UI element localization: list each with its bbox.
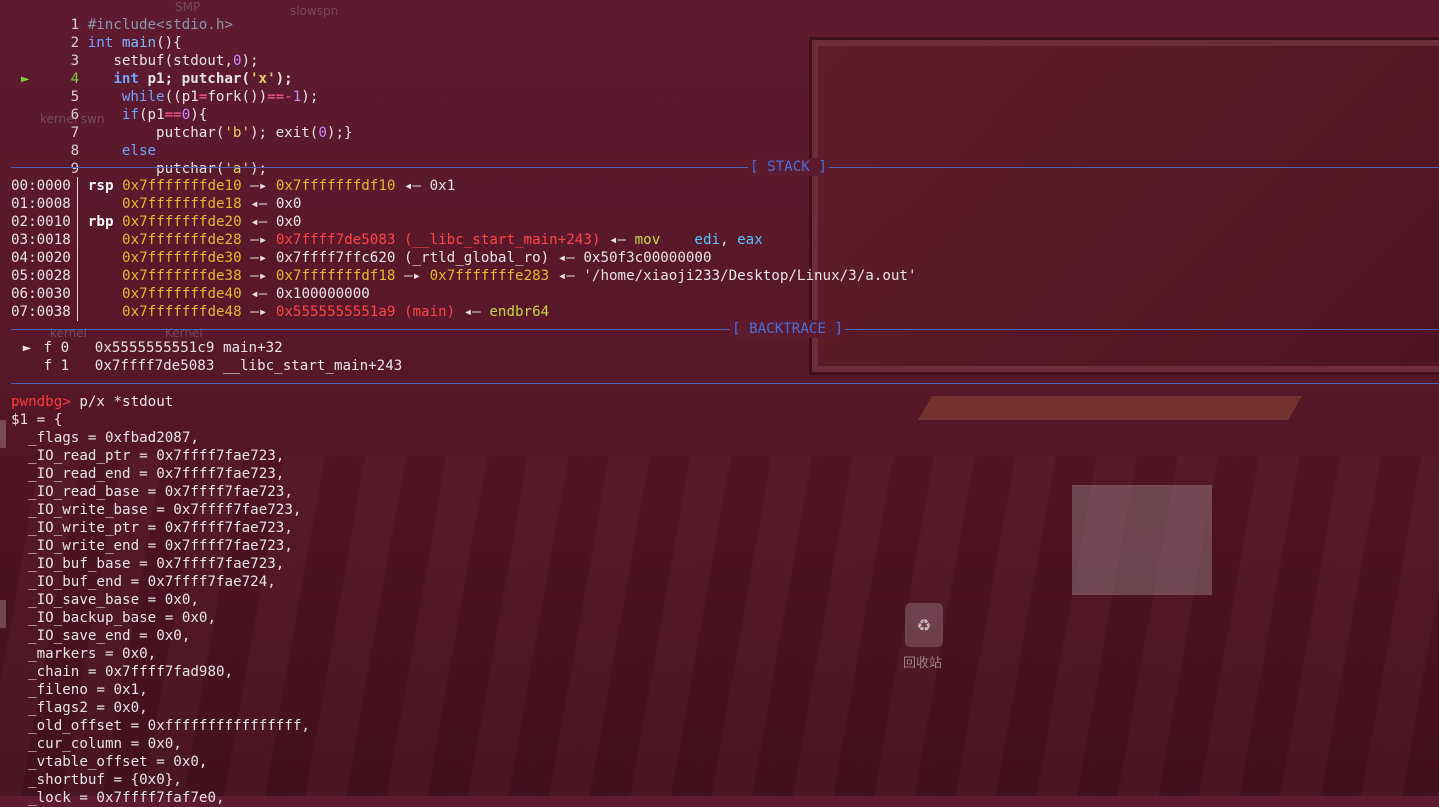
stack-row: 01:0008 0x7fffffffde18 ◂— 0x0 bbox=[11, 196, 302, 212]
stack-row: 07:0038 0x7fffffffde48 —▸ 0x5555555551a9… bbox=[11, 304, 550, 320]
output-line: _flags2 = 0x0, bbox=[11, 700, 148, 716]
output-line: _IO_buf_end = 0x7ffff7fae724, bbox=[11, 574, 276, 590]
source-line: 8 else bbox=[70, 143, 157, 159]
terminal[interactable]: 1 #include<stdio.h> 2 int main(){ 3 setb… bbox=[0, 0, 1439, 806]
output-line: _markers = 0x0, bbox=[11, 646, 157, 662]
output-line: _IO_write_base = 0x7ffff7fae723, bbox=[11, 502, 302, 518]
output-line: _flags = 0xfbad2087, bbox=[11, 430, 199, 446]
output-line: $1 = { bbox=[11, 412, 63, 428]
gdb-prompt: pwndbg> bbox=[11, 394, 71, 410]
backtrace-frame: f 1 0x7ffff7de5083 __libc_start_main+243 bbox=[43, 358, 403, 374]
current-frame-marker-icon: ► bbox=[22, 340, 32, 356]
section-divider bbox=[11, 329, 1439, 330]
stack-row: 02:0010 rbp 0x7fffffffde20 ◂— 0x0 bbox=[11, 214, 302, 230]
output-line: _cur_column = 0x0, bbox=[11, 736, 182, 752]
output-line: _old_offset = 0xffffffffffffffff, bbox=[11, 718, 310, 734]
source-line: 6 if(p1==0){ bbox=[70, 107, 208, 123]
stack-row: 00:0000 rsp 0x7fffffffde10 —▸ 0x7fffffff… bbox=[11, 178, 456, 194]
output-line: _IO_save_base = 0x0, bbox=[11, 592, 199, 608]
output-line: _fileno = 0x1, bbox=[11, 682, 148, 698]
stack-row: 03:0018 0x7fffffffde28 —▸ 0x7ffff7de5083… bbox=[11, 232, 763, 248]
backtrace-frame: ► f 0 0x5555555551c9 main+32 bbox=[11, 339, 283, 357]
output-line: _shortbuf = {0x0}, bbox=[11, 772, 182, 788]
output-line: _vtable_offset = 0x0, bbox=[11, 754, 208, 770]
output-line: _chain = 0x7ffff7fad980, bbox=[11, 664, 234, 680]
output-line: _IO_write_end = 0x7ffff7fae723, bbox=[11, 538, 293, 554]
stack-row: 06:0030 0x7fffffffde40 ◂— 0x100000000 bbox=[11, 286, 370, 302]
stack-header: [ STACK ] bbox=[748, 158, 829, 176]
output-line: _IO_read_base = 0x7ffff7fae723, bbox=[11, 484, 293, 500]
source-line-current: ► 4 int p1; putchar('x'); bbox=[21, 71, 293, 87]
source-line: 2 int main(){ bbox=[70, 35, 182, 51]
stack-row: 04:0020 0x7fffffffde30 —▸ 0x7ffff7ffc620… bbox=[11, 250, 712, 266]
stack-row: 05:0028 0x7fffffffde38 —▸ 0x7fffffffdf18… bbox=[11, 268, 917, 284]
source-line: 3 setbuf(stdout,0); bbox=[70, 53, 259, 69]
source-line: 5 while((p1=fork())==-1); bbox=[70, 89, 319, 105]
command-line[interactable]: pwndbg> p/x *stdout bbox=[11, 393, 173, 411]
output-line: _IO_write_ptr = 0x7ffff7fae723, bbox=[11, 520, 293, 536]
backtrace-header: [ BACKTRACE ] bbox=[730, 320, 846, 338]
source-line: 1 #include<stdio.h> bbox=[11, 0, 233, 33]
output-line: _lock = 0x7ffff7faf7e0, bbox=[11, 790, 225, 806]
section-divider bbox=[11, 167, 1439, 168]
output-line: _IO_read_ptr = 0x7ffff7fae723, bbox=[11, 448, 285, 464]
command-text: p/x *stdout bbox=[70, 394, 174, 410]
source-line: 7 putchar('b'); exit(0);} bbox=[70, 125, 353, 141]
output-line: _IO_buf_base = 0x7ffff7fae723, bbox=[11, 556, 285, 572]
section-divider bbox=[11, 383, 1439, 384]
output-line: _IO_backup_base = 0x0, bbox=[11, 610, 216, 626]
output-line: _IO_save_end = 0x0, bbox=[11, 628, 191, 644]
output-line: _IO_read_end = 0x7ffff7fae723, bbox=[11, 466, 285, 482]
source-line: 9 putchar('a'); bbox=[70, 161, 268, 177]
